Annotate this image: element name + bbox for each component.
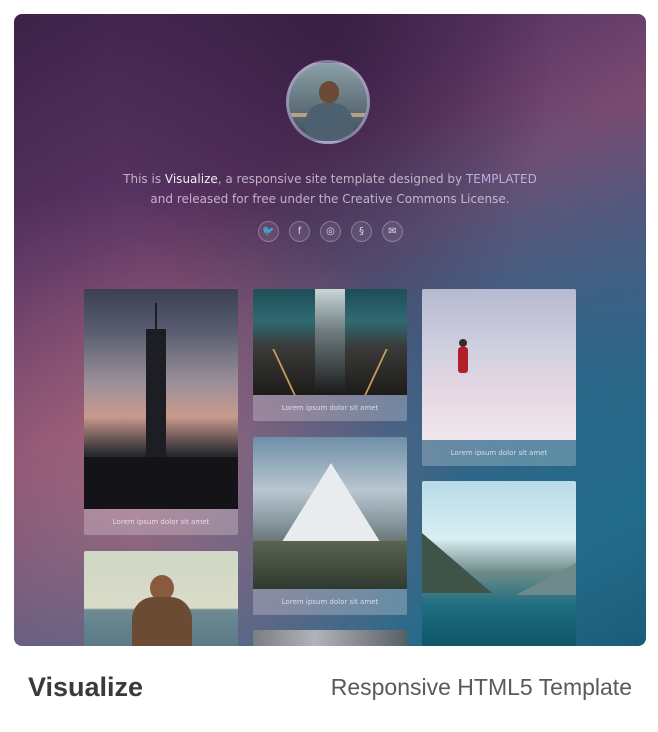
instagram-icon[interactable]: ◎ <box>320 221 341 242</box>
facebook-icon[interactable]: f <box>289 221 310 242</box>
lake-image <box>422 481 576 646</box>
gallery-item-escalator[interactable]: Lorem ipsum dolor sit amet <box>253 289 407 421</box>
template-name[interactable]: Visualize <box>28 672 143 703</box>
gallery-item-skyscraper[interactable]: Lorem ipsum dolor sit amet <box>84 289 238 535</box>
designer-link[interactable]: TEMPLATED <box>466 172 537 186</box>
avatar <box>286 60 370 144</box>
site-name: Visualize <box>164 172 218 186</box>
gallery-caption: Lorem ipsum dolor sit amet <box>253 589 407 615</box>
email-icon[interactable]: ✉ <box>382 221 403 242</box>
skyscraper-image <box>84 289 238 509</box>
template-preview[interactable]: This is Visualize, a responsive site tem… <box>14 14 646 646</box>
intro-part1: This is <box>123 172 165 186</box>
intro-part2: , a responsive site template designed by <box>217 172 466 186</box>
gallery-caption: Lorem ipsum dolor sit amet <box>84 509 238 535</box>
gallery-item-snow[interactable]: Lorem ipsum dolor sit amet <box>422 289 576 466</box>
intro-text: This is Visualize, a responsive site tem… <box>110 169 550 209</box>
template-tagline: Responsive HTML5 Template <box>330 674 632 700</box>
gallery-item-lake[interactable] <box>422 481 576 646</box>
social-icons: 🐦 f ◎ § ✉ <box>256 221 404 243</box>
mountain-image <box>253 437 407 589</box>
foursquare-icon[interactable]: § <box>351 221 372 242</box>
person-sea-image <box>84 551 238 646</box>
gallery-caption: Lorem ipsum dolor sit amet <box>253 395 407 421</box>
snow-image <box>422 289 576 440</box>
template-card[interactable]: This is Visualize, a responsive site tem… <box>0 0 658 732</box>
city-image <box>253 630 407 646</box>
gallery-item-person-sea[interactable] <box>84 551 238 646</box>
gallery-item-city[interactable] <box>253 630 407 646</box>
gallery-item-mountain[interactable]: Lorem ipsum dolor sit amet <box>253 437 407 615</box>
gallery-caption: Lorem ipsum dolor sit amet <box>422 440 576 466</box>
intro-part3: and released for free under the Creative… <box>150 192 510 206</box>
escalator-image <box>253 289 407 395</box>
twitter-icon[interactable]: 🐦 <box>258 221 279 242</box>
